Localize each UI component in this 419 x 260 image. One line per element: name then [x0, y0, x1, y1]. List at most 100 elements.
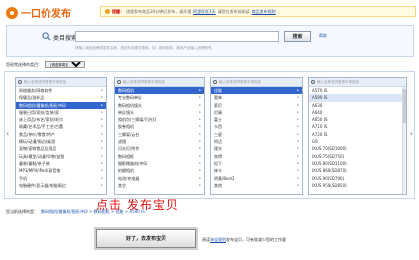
category-column-3: 输入名称或拼音首字母查找 佳能 ▸ 奥林 ▸ 索尼 ▸ 尼康 ▸ 富士 ▸ 卡西 ▸ 三星 ▸ 柯达 ▸ 理光 ▸…	[210, 77, 303, 195]
category-item[interactable]: IXUS 80(SD1100)	[309, 160, 406, 167]
category-item-label: 其他	[214, 182, 222, 188]
category-item[interactable]: A570 IS	[309, 87, 406, 94]
category-item[interactable]: 拍摄相机 ▸	[115, 167, 204, 174]
info-icon	[105, 9, 110, 14]
category-item[interactable]: 玩具/模型/动漫/早教/益智 ▸	[16, 153, 106, 160]
category-item[interactable]: MP3/MP4/iPod/录音笔 ▸	[16, 167, 106, 174]
category-item[interactable]: IXUS 860(SD870)	[309, 167, 406, 174]
category-search-panel: 类目搜索： 搜索 帮助 请输入商品品牌或属性名称，按回车到类目搜索。如：数码相机…	[6, 25, 414, 57]
category-item[interactable]: 其它 ▸	[115, 182, 204, 189]
category-item[interactable]: 尼康 ▸	[211, 109, 302, 116]
category-item[interactable]: 宠物/宠物食品及用品 ▸	[16, 145, 106, 152]
chevron-right-icon[interactable]: ›	[410, 130, 413, 138]
category-item[interactable]: 富士 ▸	[211, 116, 302, 123]
rules-link[interactable]: 淘宝规则	[210, 237, 226, 243]
category-item[interactable]: A650 IS	[309, 116, 406, 123]
category-item[interactable]: 摄影棚器材/冲印 ▸	[115, 160, 204, 167]
category-item[interactable]: 网络服务/网络软件 ▸	[16, 87, 106, 94]
notice-link-wangwang[interactable]: 阿里旺旺1天	[193, 9, 216, 15]
category-item[interactable]: 松下 ▸	[211, 160, 302, 167]
category-item-label: A720 IS	[312, 131, 328, 137]
category-item[interactable]: 滤镜 ▸	[115, 138, 204, 145]
recent-category-select[interactable]: [请选择类目]	[45, 61, 85, 68]
column-search[interactable]: 输入名称或拼音首字母查找	[309, 78, 406, 87]
category-item-label: A710 IS	[312, 124, 328, 130]
category-list: 数码相机 ▸ 专业数码单反 ▸ 数码相机镜头 ▸ 单反镜头 ▸ 相机包/三脚架/闪光灯 ▸ 胶卷相机…	[115, 87, 204, 189]
category-item[interactable]: IXUS 75(SD750)	[309, 153, 406, 160]
category-item[interactable]: 电脑硬件/显示器/电脑周边 ▸	[16, 182, 106, 189]
category-item[interactable]: 单反镜头 ▸	[115, 109, 204, 116]
category-item[interactable]: 宾得 ▸	[211, 153, 302, 160]
category-item[interactable]: 收藏/艺术品/手工艺/古董 ▸	[16, 123, 106, 130]
category-item[interactable]: IXUS 90(SD790)	[309, 175, 406, 182]
category-item[interactable]: 模玩/动漫/周边/桌游 ▸	[16, 138, 106, 145]
category-item[interactable]: 床上用品/布艺/家纺/毛巾 ▸	[16, 116, 106, 123]
chevron-right-icon: ▸	[101, 160, 103, 165]
category-item-label: 奥林	[214, 95, 222, 101]
scrollbar-thumb[interactable]	[403, 89, 406, 123]
category-item[interactable]: 卡西 ▸	[211, 123, 302, 130]
category-item[interactable]: 相机包/三脚架/闪光灯 ▸	[115, 116, 204, 123]
category-item[interactable]: 电池/充电器 ▸	[115, 175, 204, 182]
category-item[interactable]: 其他 ▸	[211, 182, 302, 189]
category-item[interactable]: A720 IS	[309, 131, 406, 138]
scrollbar[interactable]	[402, 87, 406, 194]
column-search[interactable]: 输入名称或拼音首字母查找	[115, 78, 204, 87]
category-item[interactable]: 三脚架/云台 ▸	[115, 131, 204, 138]
chevron-right-icon: ▸	[101, 168, 103, 173]
publish-item-button[interactable]: 好了，去发布宝贝	[96, 229, 196, 248]
category-item[interactable]: 柯达 ▸	[211, 138, 302, 145]
category-item[interactable]: 闪光灯/附件 ▸	[115, 145, 204, 152]
category-item[interactable]: A590 IS	[309, 94, 406, 102]
category-item[interactable]: 三星 ▸	[211, 131, 302, 138]
category-item[interactable]: 理光 ▸	[211, 145, 302, 152]
search-button[interactable]: 搜索	[284, 31, 311, 42]
category-item[interactable]: IXUS 950(SD850)	[309, 182, 406, 189]
category-item-label: IXUS 75(SD750)	[312, 153, 345, 159]
category-column-2: 输入名称或拼音首字母查找 数码相机 ▸ 专业数码单反 ▸ 数码相机镜头 ▸ 单反镜头 ▸ 相机包…	[114, 77, 205, 195]
category-item-label: 电脑硬件/显示器/电脑周边	[19, 182, 66, 188]
search-icon	[42, 32, 51, 41]
category-item[interactable]: 徕卡 ▸	[211, 167, 302, 174]
category-item[interactable]: G9	[309, 138, 406, 145]
help-link[interactable]: 帮助	[319, 33, 327, 39]
category-item[interactable]: 服装日用/家纺/女装/家 ▸	[16, 109, 106, 116]
category-item[interactable]: A630	[309, 102, 406, 109]
category-item[interactable]: 手机 ▸	[16, 175, 106, 182]
category-item[interactable]: 童装/童鞋/亲子装 ▸	[16, 160, 106, 167]
category-item[interactable]: 数码相机 ▸	[115, 87, 204, 95]
notice-body-2: 请您在发布前阅读	[217, 8, 250, 14]
chevron-right-icon: ▸	[199, 160, 201, 165]
category-item[interactable]: IXUS 70(SD1000)	[309, 145, 406, 152]
search-input[interactable]	[75, 31, 279, 42]
rules-prefix: 阅读	[202, 237, 210, 242]
category-item[interactable]: A640	[309, 109, 406, 116]
category-column-1: 输入名称或拼音首字母查找 网络服务/网络软件 ▸ 保健品/滋补品 ▸ 数码相机/摄像机/…	[15, 77, 107, 195]
column-search[interactable]: 输入名称或拼音首字母查找	[16, 78, 106, 87]
category-item[interactable]: 奥林 ▸	[211, 94, 302, 101]
category-item[interactable]: 明基/BenQ ▸	[211, 175, 302, 182]
chevron-right-icon: ▸	[101, 124, 103, 129]
category-item-label: 收藏/艺术品/手工艺/古董	[19, 124, 64, 130]
chevron-right-icon: ▸	[297, 139, 299, 144]
chevron-right-icon: ▸	[101, 175, 103, 180]
category-item[interactable]: A710 IS	[309, 123, 406, 130]
category-item[interactable]: 数码相机/摄像机/图形冲印 ▸	[16, 101, 106, 109]
category-item[interactable]: 胶卷相机 ▸	[115, 123, 204, 130]
notice-bar: 提醒： 违规发布商品30分钟后发布，请开通 阿里旺旺1天 请您在发布前阅读 商品…	[100, 6, 416, 17]
category-item-label: A590 IS	[312, 95, 328, 101]
chevron-left-icon[interactable]: ‹	[6, 130, 9, 138]
chevron-right-icon: ▸	[297, 182, 299, 187]
category-item[interactable]: 数码相框 ▸	[115, 153, 204, 160]
category-item-label: IXUS 90(SD790)	[312, 175, 345, 181]
column-search[interactable]: 输入名称或拼音首字母查找	[211, 78, 302, 87]
category-item-label: 理光	[214, 146, 222, 152]
category-item[interactable]: 佳能 ▸	[211, 87, 302, 95]
category-item[interactable]: 专业数码单反 ▸	[115, 94, 204, 101]
search-icon	[117, 80, 121, 84]
category-item[interactable]: 食品/茶叶/零食/特产 ▸	[16, 131, 106, 138]
category-item[interactable]: 数码相机镜头 ▸	[115, 102, 204, 109]
category-item[interactable]: 索尼 ▸	[211, 102, 302, 109]
notice-link-rules[interactable]: 商品发布规则	[252, 9, 276, 15]
category-item[interactable]: 保健品/滋补品 ▸	[16, 94, 106, 101]
